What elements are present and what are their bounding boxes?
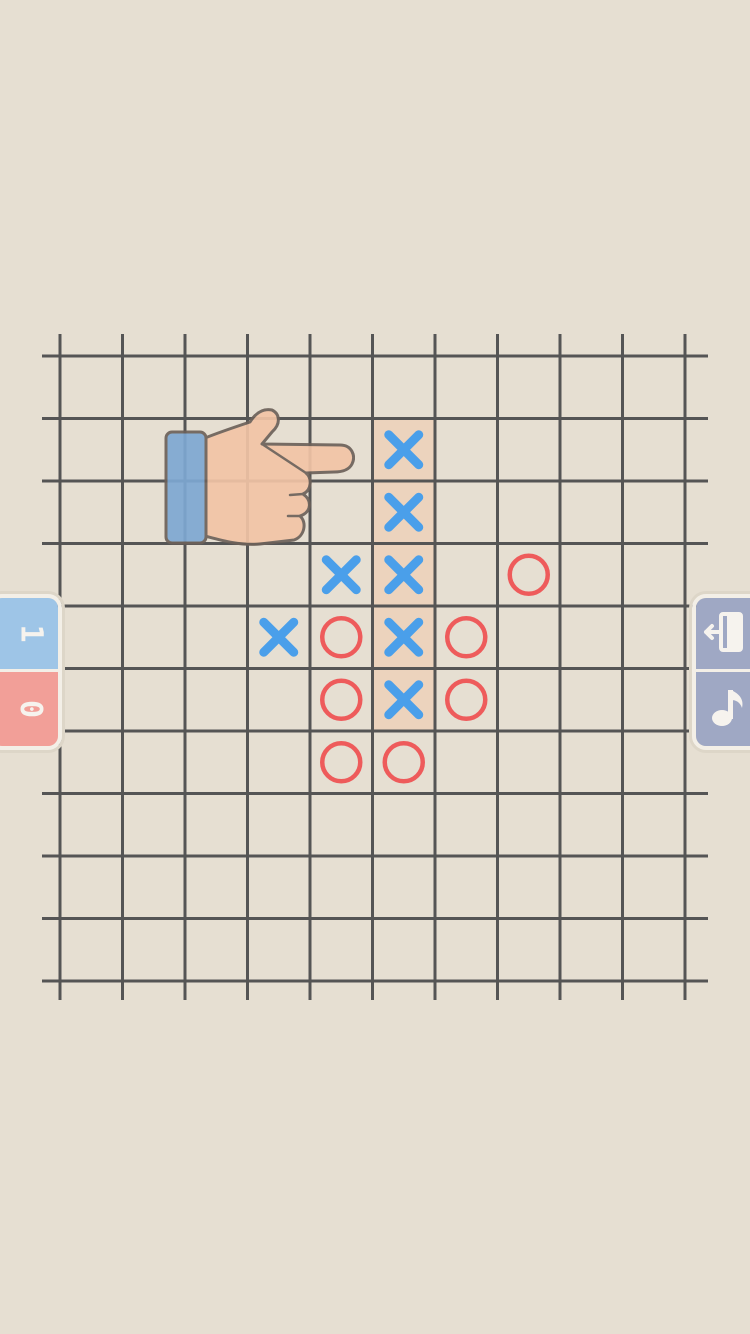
music-note-icon [712, 690, 743, 726]
o-piece [320, 741, 363, 784]
o-piece [445, 616, 488, 659]
o-piece [320, 678, 363, 721]
o-piece [445, 678, 488, 721]
o-piece [320, 616, 363, 659]
score-panel: 1 0 [0, 594, 62, 750]
exit-button[interactable] [696, 598, 750, 672]
o-piece [507, 553, 550, 596]
blue-score: 1 [13, 624, 49, 643]
music-button[interactable] [696, 672, 750, 746]
x-piece [259, 617, 299, 657]
game-board[interactable] [0, 0, 750, 1334]
red-score-box: 0 [0, 672, 58, 746]
blue-score-box: 1 [0, 598, 58, 672]
menu-panel [692, 594, 750, 750]
red-score: 0 [13, 699, 49, 719]
exit-door-icon [704, 612, 743, 652]
pointing-hand-icon [164, 408, 355, 546]
o-piece [382, 741, 425, 784]
x-piece [321, 555, 361, 595]
